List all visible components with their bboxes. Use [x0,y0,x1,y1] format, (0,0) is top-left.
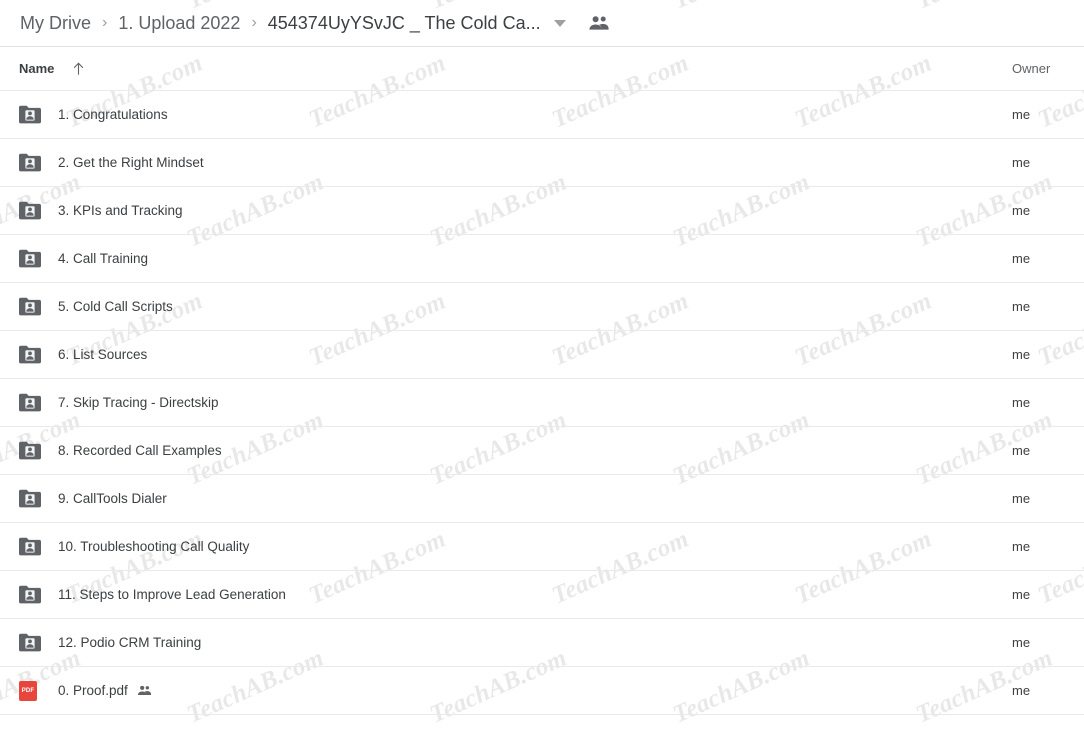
shared-folder-icon [19,153,45,172]
breadcrumb-item-0[interactable]: My Drive [19,11,92,36]
shared-folder-icon [19,105,41,124]
file-row-name[interactable]: 8. Recorded Call Examples [58,443,222,458]
pdf-file-icon: PDF [19,680,45,701]
file-row-owner: me [1012,251,1031,266]
shared-folder-icon [19,201,41,220]
file-row-owner: me [1012,155,1031,170]
file-row[interactable]: 9. CallTools Dialer me [0,475,1084,523]
breadcrumb-separator: › [251,14,257,31]
file-row-owner: me [1012,587,1031,602]
file-row[interactable]: 4. Call Training me [0,235,1084,283]
shared-folder-icon [19,297,45,316]
file-row[interactable]: PDF 0. Proof.pdf me [0,667,1084,715]
file-row-owner: me [1012,107,1031,122]
file-row-name[interactable]: 4. Call Training [58,251,148,266]
file-row-owner: me [1012,539,1031,554]
pdf-icon-label: PDF [21,687,35,694]
file-row[interactable]: 12. Podio CRM Training me [0,619,1084,667]
file-row-name[interactable]: 3. KPIs and Tracking [58,203,183,218]
file-row[interactable]: 8. Recorded Call Examples me [0,427,1084,475]
file-row-owner: me [1012,443,1031,458]
drive-file-browser: TeachAB.com TeachAB.com TeachAB.com TeachAB… [0,0,1084,733]
file-row-name[interactable]: 5. Cold Call Scripts [58,299,173,314]
file-row[interactable]: 5. Cold Call Scripts me [0,283,1084,331]
file-row-name-label: 7. Skip Tracing - Directskip [58,395,219,410]
file-row-name[interactable]: 10. Troubleshooting Call Quality [58,539,249,554]
shared-folder-icon [19,441,45,460]
shared-folder-icon [19,345,45,364]
shared-folder-icon [19,153,41,172]
file-row-name[interactable]: 1. Congratulations [58,107,168,122]
shared-folder-icon [19,441,41,460]
file-row-name-label: 4. Call Training [58,251,149,266]
file-row-owner: me [1012,299,1031,314]
shared-folder-icon [19,585,45,604]
file-row[interactable]: 3. KPIs and Tracking me [0,187,1084,235]
file-row-name-label: 6. List Sources [58,347,148,362]
breadcrumb-item-2[interactable]: 454374UyYSvJC _ The Cold Ca... [267,11,542,36]
shared-folder-icon [19,345,41,364]
file-row-owner: me [1012,635,1031,650]
file-row-owner: me [1012,347,1031,362]
file-row[interactable]: 11. Steps to Improve Lead Generation me [0,571,1084,619]
file-row-name[interactable]: 2. Get the Right Mindset [58,155,204,170]
shared-folder-icon [19,489,45,508]
file-row-name-label: 10. Troubleshooting Call Quality [58,539,250,554]
file-row-name-label: 5. Cold Call Scripts [58,299,173,314]
people-icon [137,685,151,695]
file-row-owner: me [1012,203,1031,218]
breadcrumb-separator: › [102,14,108,31]
shared-folder-icon [19,585,41,604]
shared-folder-icon [19,297,41,316]
file-row-owner: me [1012,683,1031,698]
column-header-owner-label[interactable]: Owner [992,61,1072,76]
shared-people-icon [137,685,152,696]
shared-folder-icon [19,249,41,268]
file-row-name-label: 9. CallTools Dialer [58,491,167,506]
shared-folder-icon [19,249,45,268]
shared-folder-icon [19,633,45,652]
file-row-name-label: 11. Steps to Improve Lead Generation [58,587,286,602]
shared-folder-icon [19,201,45,220]
file-row[interactable]: 7. Skip Tracing - Directskip me [0,379,1084,427]
file-row-name[interactable]: 7. Skip Tracing - Directskip [58,395,219,410]
shared-folder-icon [19,489,41,508]
file-row[interactable]: 6. List Sources me [0,331,1084,379]
shared-folder-icon [19,537,41,556]
shared-folder-icon [19,393,45,412]
file-row-name-label: 2. Get the Right Mindset [58,155,204,170]
people-icon[interactable] [588,15,610,31]
file-list: 1. Congratulations me 2. Get the Right Min… [0,91,1084,715]
file-row-name[interactable]: 12. Podio CRM Training [58,635,201,650]
column-header-name-label: Name [19,61,55,76]
file-row-name-label: 3. KPIs and Tracking [58,203,183,218]
breadcrumb: My Drive › 1. Upload 2022 › 454374UyYSvJ… [0,0,1084,47]
file-row-name[interactable]: 6. List Sources [58,347,147,362]
sort-ascending-arrow-icon[interactable] [71,61,86,76]
shared-folder-icon [19,105,45,124]
shared-folder-icon [19,393,41,412]
file-row-name[interactable]: 0. Proof.pdf [58,683,152,698]
file-row-name-label: 8. Recorded Call Examples [58,443,222,458]
breadcrumb-item-1[interactable]: 1. Upload 2022 [117,11,241,36]
pdf-file-icon: PDF [19,680,37,701]
file-row-name-label: 1. Congratulations [58,107,168,122]
file-row[interactable]: 10. Troubleshooting Call Quality me [0,523,1084,571]
file-row-name[interactable]: 9. CallTools Dialer [58,491,167,506]
file-row-owner: me [1012,395,1031,410]
file-row-owner: me [1012,491,1031,506]
file-row-name-label: 0. Proof.pdf [58,683,128,698]
chevron-down-icon[interactable] [553,19,566,27]
column-header-name[interactable]: Name [0,61,86,76]
file-row-name[interactable]: 11. Steps to Improve Lead Generation [58,587,286,602]
file-row[interactable]: 1. Congratulations me [0,91,1084,139]
file-row-name-label: 12. Podio CRM Training [58,635,202,650]
shared-folder-icon [19,537,45,556]
file-row[interactable]: 2. Get the Right Mindset me [0,139,1084,187]
shared-folder-icon [19,633,41,652]
table-column-header: Name Owner [0,47,1084,91]
